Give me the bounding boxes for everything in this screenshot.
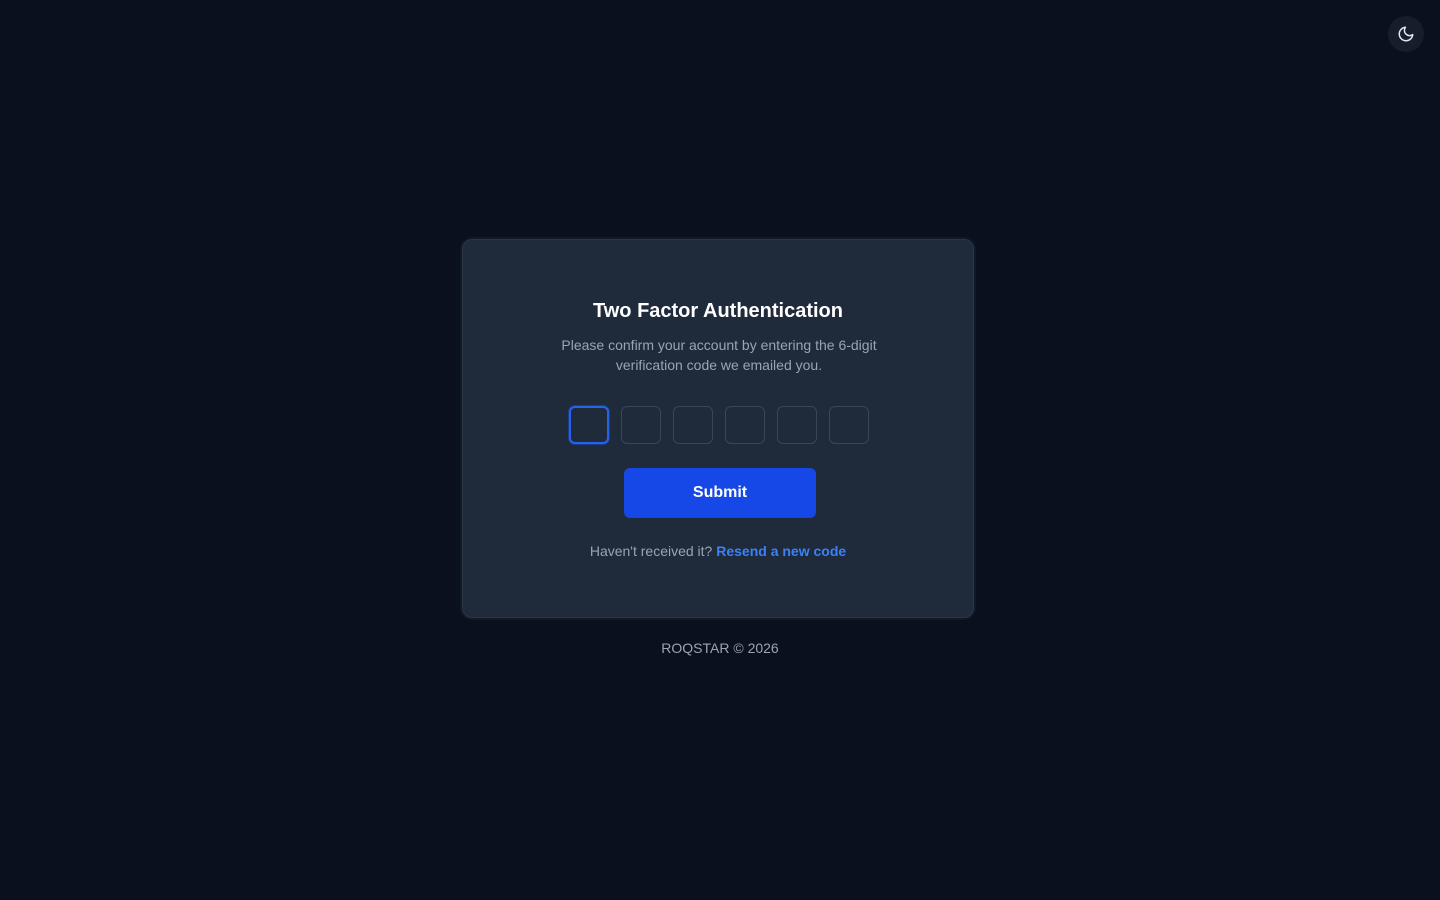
two-factor-card: Two Factor Authentication Please confirm… [462, 239, 974, 618]
moon-icon [1398, 26, 1414, 42]
page-title: Two Factor Authentication [593, 300, 843, 322]
theme-toggle-button[interactable] [1388, 16, 1424, 52]
code-digit-3[interactable] [673, 406, 713, 444]
resend-code-link[interactable]: Resend a new code [716, 543, 846, 559]
submit-button[interactable]: Submit [624, 468, 816, 518]
code-digit-6[interactable] [829, 406, 869, 444]
verification-code-inputs [569, 406, 869, 444]
footer-copyright: ROQSTAR © 2026 [661, 640, 779, 656]
instructions-text: Please confirm your account by entering … [561, 337, 877, 373]
code-digit-1[interactable] [569, 406, 609, 444]
code-digit-4[interactable] [725, 406, 765, 444]
resend-prompt: Haven't received it? [589, 543, 713, 559]
code-digit-5[interactable] [777, 406, 817, 444]
resend-row: Haven't received it? Resend a new code [463, 543, 973, 559]
code-digit-2[interactable] [621, 406, 661, 444]
